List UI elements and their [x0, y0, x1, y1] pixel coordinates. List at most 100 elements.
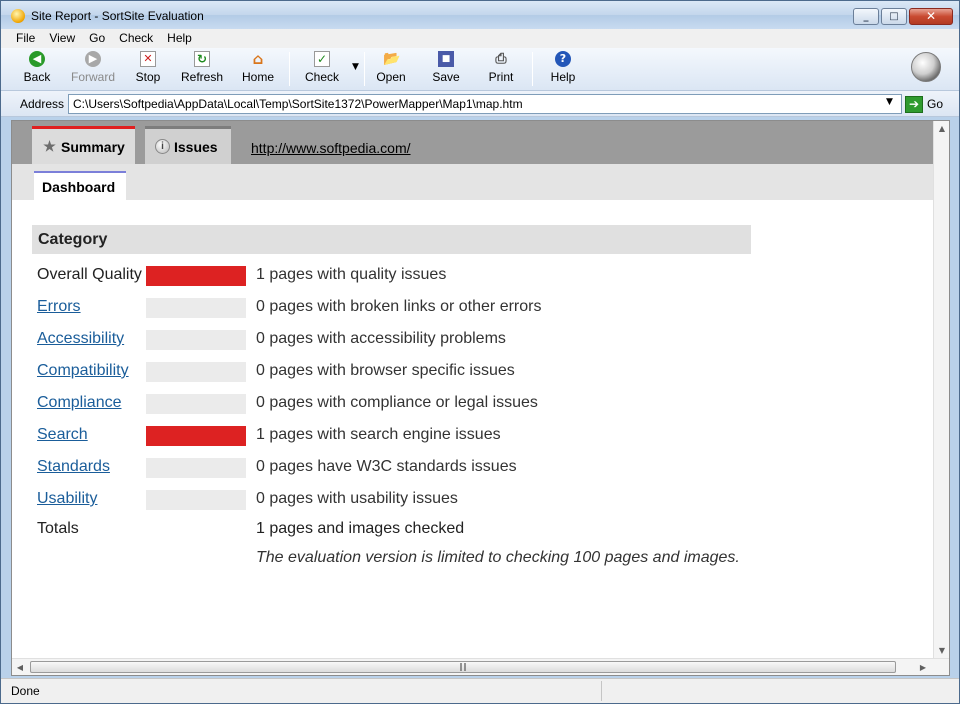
category-label[interactable]: Usability: [37, 490, 97, 508]
address-bar: Address C:\Users\Softpedia\AppData\Local…: [1, 91, 959, 117]
scroll-left-icon[interactable]: ◀: [12, 659, 28, 675]
go-button[interactable]: ➔ Go: [905, 95, 943, 113]
horizontal-scrollbar[interactable]: ◀ ‖‖ ▶: [12, 658, 949, 675]
toolbar: ◀ Back ▶ Forward ✕ Stop ↻ Refresh ⌂ Home…: [1, 48, 959, 91]
category-row: Compatibility 0 pages with browser specif…: [37, 360, 757, 392]
totals-description: 1 pages and images checked: [256, 520, 465, 537]
check-button[interactable]: ✓ Check: [294, 51, 350, 89]
close-button[interactable]: ✕: [909, 8, 953, 25]
scroll-up-icon[interactable]: ▲: [934, 121, 949, 137]
category-description: 0 pages with broken links or other error…: [256, 298, 542, 315]
issue-level-bar: [146, 394, 246, 414]
forward-label: Forward: [70, 70, 115, 84]
issue-level-bar: [146, 266, 246, 286]
help-button[interactable]: ? Help: [535, 51, 591, 89]
report-view: ★ Summary i Issues http://www.softpedia.…: [11, 120, 950, 676]
issue-level-bar: [146, 426, 246, 446]
category-description: 0 pages with compliance or legal issues: [256, 394, 538, 411]
status-bar: Done: [1, 678, 959, 703]
home-icon: ⌂: [252, 50, 264, 68]
category-header: Category: [32, 225, 751, 254]
tab-issues[interactable]: i Issues: [145, 126, 231, 164]
back-arrow-icon: ◀: [29, 51, 45, 67]
printer-icon: ⎙: [495, 51, 507, 67]
category-row: Standards 0 pages have W3C standards issu…: [37, 456, 757, 488]
category-row: Usability 0 pages with usability issues: [37, 488, 757, 520]
category-label[interactable]: Compliance: [37, 394, 121, 412]
open-button[interactable]: 📂 Open: [363, 51, 419, 89]
menu-check[interactable]: Check: [112, 29, 160, 48]
totals-row: Totals 1 pages and images checked: [37, 520, 757, 538]
back-label: Back: [23, 70, 51, 84]
issue-level-bar: [146, 330, 246, 350]
address-dropdown-icon[interactable]: ▼: [886, 97, 893, 107]
issue-level-fill: [146, 266, 246, 286]
site-url-link[interactable]: http://www.softpedia.com/: [251, 140, 411, 156]
check-dropdown-icon[interactable]: ▼: [352, 62, 359, 72]
issue-level-bar: [146, 458, 246, 478]
home-button[interactable]: ⌂ Home: [230, 51, 286, 89]
open-label: Open: [376, 70, 406, 84]
check-label: Check: [304, 70, 339, 84]
scroll-down-icon[interactable]: ▼: [934, 643, 949, 659]
category-description: 0 pages with usability issues: [256, 490, 458, 507]
category-row: Accessibility 0 pages with accessibility …: [37, 328, 757, 360]
category-row: Errors 0 pages with broken links or other…: [37, 296, 757, 328]
issue-level-bar: [146, 490, 246, 510]
issue-level-bar: [146, 298, 246, 318]
totals-label: Totals: [37, 520, 79, 537]
back-button[interactable]: ◀ Back: [9, 51, 65, 89]
go-label: Go: [927, 97, 944, 111]
report-tab-band: ★ Summary i Issues http://www.softpedia.…: [12, 121, 934, 164]
menu-view[interactable]: View: [42, 29, 82, 48]
address-input[interactable]: C:\Users\Softpedia\AppData\Local\Temp\So…: [68, 94, 902, 114]
category-label[interactable]: Compatibility: [37, 362, 129, 380]
forward-arrow-icon: ▶: [85, 51, 101, 67]
category-row: Compliance 0 pages with compliance or leg…: [37, 392, 757, 424]
issue-level-fill: [146, 426, 246, 446]
category-row: Overall Quality 1 pages with quality issu…: [37, 264, 757, 296]
tab-summary[interactable]: ★ Summary: [32, 126, 135, 164]
category-description: 0 pages with browser specific issues: [256, 362, 515, 379]
subtab-band: Dashboard: [12, 164, 934, 200]
info-icon: i: [155, 139, 170, 154]
minimize-button[interactable]: _: [853, 8, 879, 25]
globe-logo: [911, 52, 941, 82]
category-label[interactable]: Standards: [37, 458, 110, 476]
app-window: Site Report - SortSite Evaluation _ □ ✕ …: [0, 0, 960, 704]
stop-button[interactable]: ✕ Stop: [120, 51, 176, 89]
help-icon: ?: [555, 51, 571, 67]
menu-file[interactable]: File: [9, 29, 42, 48]
scroll-right-icon[interactable]: ▶: [915, 659, 931, 675]
category-row: Search 1 pages with search engine issues: [37, 424, 757, 456]
help-label: Help: [550, 70, 576, 84]
category-description: 1 pages with search engine issues: [256, 426, 501, 443]
vertical-scrollbar[interactable]: ▲ ▼: [933, 121, 949, 659]
category-label[interactable]: Accessibility: [37, 330, 124, 348]
toolbar-separator: [289, 52, 290, 86]
print-button[interactable]: ⎙ Print: [473, 51, 529, 89]
category-label[interactable]: Search: [37, 426, 88, 444]
maximize-icon: □: [889, 11, 899, 22]
check-icon: ✓: [314, 51, 330, 67]
status-pane: [601, 681, 931, 701]
save-button[interactable]: ■ Save: [418, 51, 474, 89]
refresh-button[interactable]: ↻ Refresh: [174, 51, 230, 89]
star-icon: ★: [43, 138, 56, 154]
save-label: Save: [432, 70, 460, 84]
category-description: 0 pages have W3C standards issues: [256, 458, 517, 475]
horizontal-scroll-thumb[interactable]: ‖‖: [30, 661, 896, 673]
category-label[interactable]: Errors: [37, 298, 81, 316]
minimize-icon: _: [863, 11, 869, 22]
go-arrow-icon: ➔: [905, 95, 923, 113]
maximize-button[interactable]: □: [881, 8, 907, 25]
menu-bar: File View Go Check Help: [1, 29, 959, 48]
folder-open-icon: 📂: [383, 51, 401, 67]
save-disk-icon: ■: [438, 51, 454, 67]
tab-dashboard[interactable]: Dashboard: [34, 171, 126, 200]
evaluation-note: The evaluation version is limited to che…: [256, 549, 740, 566]
menu-help[interactable]: Help: [160, 29, 199, 48]
menu-go[interactable]: Go: [82, 29, 112, 48]
category-label: Overall Quality: [37, 266, 142, 283]
forward-button[interactable]: ▶ Forward: [65, 51, 121, 89]
